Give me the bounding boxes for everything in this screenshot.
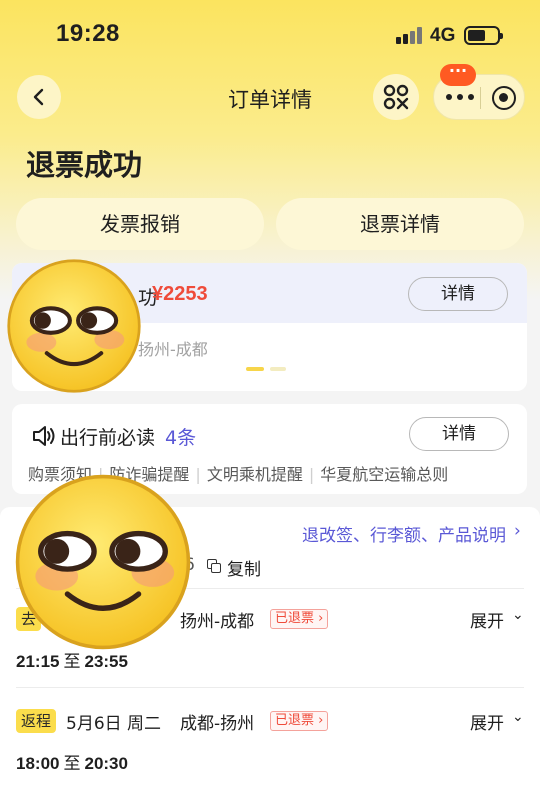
copy-icon[interactable] [207,559,222,574]
expand-button[interactable]: 展开 [470,709,504,734]
trip-times: 21:15 至 23:55 [16,647,128,672]
network-type: 4G [430,25,456,46]
more-icon[interactable] [446,94,474,102]
trip-status-label: 已退票 [275,611,315,626]
chevron-right-icon: › [514,521,521,541]
policy-link[interactable]: 退改签、行李额、产品说明 [302,521,506,546]
trip-status-label: 已退票 [275,713,315,728]
smug-emoji-sticker [15,474,191,650]
signal-icon [396,26,422,44]
depart-time: 21:15 [16,652,60,671]
trip-times: 18:00 至 20:30 [16,749,128,774]
depart-time: 18:00 [16,754,60,773]
chevron-down-icon: ⌄ [512,709,524,725]
trip-status-badge[interactable]: 已退票 › [270,609,329,629]
capsule-divider [480,87,481,109]
notice-count: 4条 [165,427,197,449]
refund-route: 扬州-成都 [138,340,208,359]
close-miniapp-icon[interactable] [492,86,516,110]
arrive-time: 23:55 [84,652,128,671]
trip-tag: 返程 [16,709,57,733]
refund-detail-link[interactable]: 详情 [408,277,508,311]
refund-detail-button[interactable]: 退票详情 [276,198,524,250]
notice-detail-button[interactable]: 详情 [409,417,509,451]
time-connector: 至 [63,754,81,774]
copy-button[interactable]: 复制 [227,555,261,580]
expand-button[interactable]: 展开 [470,607,504,632]
trip-date: 5月6日 周二 [66,714,162,734]
battery-icon [464,26,503,45]
trip-status-badge[interactable]: 已退票 › [270,711,329,731]
divider: | [308,465,315,484]
time-connector: 至 [63,652,81,672]
trip-route: 扬州-成都 [180,612,255,632]
speaker-icon [33,426,55,446]
chevron-down-icon: ⌄ [512,607,524,623]
trip-return: 返程 5月6日 周二 成都-扬州 已退票 › 展开 ⌄ 18:00 至 20:30 [0,709,540,804]
smug-emoji-sticker [7,259,141,393]
arrive-time: 20:30 [84,754,128,773]
notice-link[interactable]: 华夏航空运输总则 [320,461,448,485]
scan-button[interactable] [373,74,419,120]
carousel-indicator [246,367,292,371]
trip-route: 成都-扬州 [180,714,255,734]
notification-badge: ··· [440,63,476,86]
status-bar: 19:28 4G [0,0,540,70]
notice-title: 出行前必读 [60,427,156,449]
refund-amount: ¥2253 [152,283,208,305]
divider [16,687,524,688]
invoice-button[interactable]: 发票报销 [16,198,264,250]
page-title: 退票成功 [26,148,143,182]
divider: | [195,465,201,484]
notice-link[interactable]: 文明乘机提醒 [207,461,303,485]
status-time: 19:28 [56,20,120,47]
scan-icon [383,84,409,110]
